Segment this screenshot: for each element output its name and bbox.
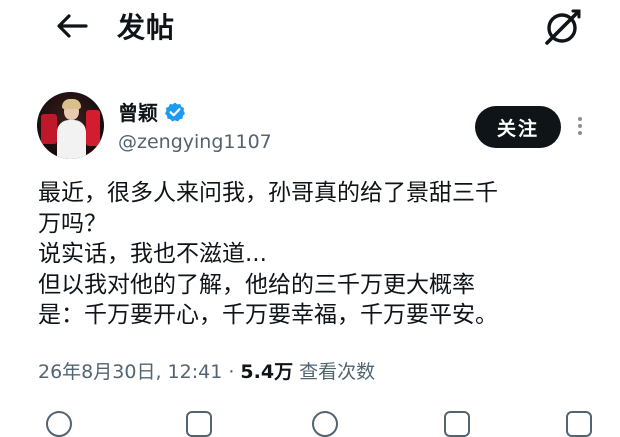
like-icon[interactable] bbox=[312, 411, 338, 437]
action-bar bbox=[0, 405, 620, 437]
meta-separator: · bbox=[228, 361, 235, 383]
post-meta: 26年8月30日, 12:41 · 5.4万 查看次数 bbox=[38, 357, 375, 384]
back-button[interactable] bbox=[52, 10, 92, 42]
more-options-button[interactable] bbox=[573, 114, 587, 142]
grok-icon bbox=[545, 9, 581, 45]
view-count-label: 查看次数 bbox=[299, 361, 376, 383]
view-count: 5.4万 bbox=[240, 361, 294, 383]
avatar[interactable] bbox=[37, 92, 104, 159]
share-icon[interactable] bbox=[566, 411, 592, 437]
repost-icon[interactable] bbox=[186, 411, 212, 437]
post-datetime[interactable]: 26年8月30日, 12:41 bbox=[38, 361, 222, 383]
bookmark-icon[interactable] bbox=[444, 411, 470, 437]
post-line: 万吗？ bbox=[38, 210, 107, 237]
author-name-row: 曾颖 bbox=[118, 97, 186, 126]
post-line: 但以我对他的了解，他给的三千万更大概率 bbox=[38, 271, 475, 298]
author-display-name[interactable]: 曾颖 bbox=[118, 97, 158, 126]
post-text: 最近，很多人来问我，孙哥真的给了景甜三千 万吗？ 说实话，我也不滋道... 但以… bbox=[38, 178, 598, 331]
author-handle[interactable]: @zengying1107 bbox=[118, 131, 272, 153]
reply-icon[interactable] bbox=[46, 411, 72, 437]
grok-button[interactable] bbox=[540, 6, 584, 50]
more-vertical-icon bbox=[578, 117, 582, 121]
post-line: 说实话，我也不滋道... bbox=[38, 241, 267, 267]
page-title: 发帖 bbox=[117, 11, 176, 44]
arrow-left-icon bbox=[57, 14, 88, 38]
post-line: 是：千万要开心，千万要幸福，千万要平安。 bbox=[38, 302, 498, 328]
follow-button[interactable]: 关注 bbox=[475, 106, 561, 148]
verified-badge-icon bbox=[165, 102, 185, 121]
post-line: 最近，很多人来问我，孙哥真的给了景甜三千 bbox=[38, 180, 498, 206]
top-bar: 发帖 bbox=[0, 0, 620, 56]
